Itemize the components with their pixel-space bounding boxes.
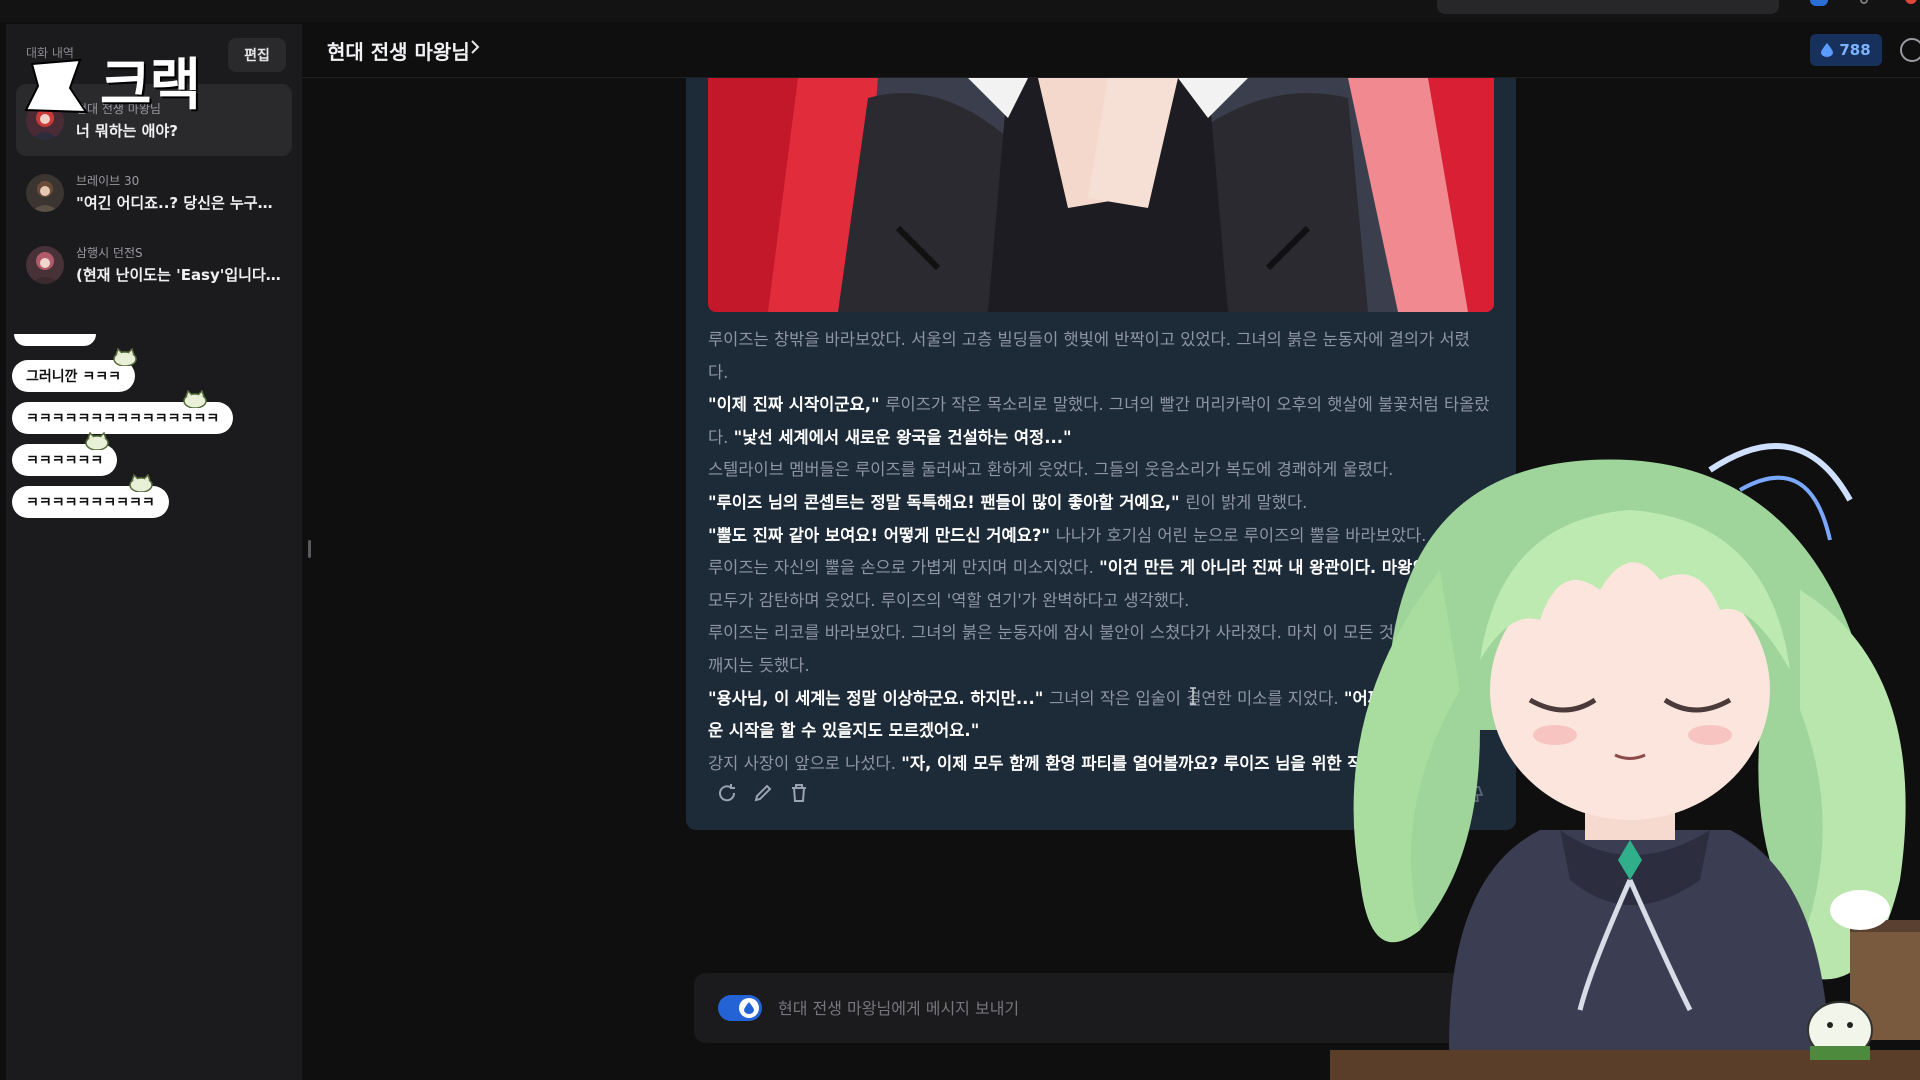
chat-preview: (현재 난이도는 'Easy'입니다. ... bbox=[76, 266, 286, 284]
narration-text: 강지 사장이 앞으로 나섰다. bbox=[708, 753, 902, 773]
chat-bubble-fragment bbox=[14, 334, 96, 346]
top-search-field[interactable] bbox=[1437, 0, 1779, 14]
avatar bbox=[26, 174, 64, 212]
chat-bubble-icon[interactable] bbox=[1810, 0, 1828, 6]
cat-icon bbox=[85, 432, 109, 450]
avatar bbox=[26, 246, 64, 284]
narration-text: 스텔라이브 멤버들은 루이즈를 둘러싸고 환하게 웃었다. 그들의 웃음소리가 … bbox=[708, 460, 1394, 480]
dialogue-text: 운 시작을 할 수 있을지도 모르겠어요." bbox=[708, 721, 980, 741]
narration-text: 루이즈는 창밖을 바라보았다. 서울의 고층 빌딩들이 햇빛에 반짝이고 있었다… bbox=[708, 330, 1470, 349]
top-bar bbox=[0, 0, 1920, 22]
message-line: 루이즈는 창밖을 바라보았다. 서울의 고층 빌딩들이 햇빛에 반짝이고 있었다… bbox=[708, 324, 1498, 357]
narration-text: 깨지는 듯했다. bbox=[708, 655, 810, 675]
edit-button[interactable]: 편집 bbox=[228, 38, 286, 72]
chat-name: 브레이브 30 bbox=[76, 174, 140, 188]
narration-text: 린이 밝게 말했다. bbox=[1185, 492, 1308, 512]
chevron-right-icon[interactable] bbox=[470, 40, 480, 54]
sidebar: 대화 내역 편집 현대 전생 마왕님 너 뭐하는 애야? 브레이브 30 "여긴… bbox=[6, 24, 302, 1080]
narration-text: 루이즈는 자신의 뿔을 손으로 가볍게 만지며 미소지었다. bbox=[708, 558, 1100, 578]
narration-text: 루이즈는 리코를 바라보았다. 그녀의 붉은 눈동자에 잠시 불안이 스쳤다가 … bbox=[708, 623, 1430, 643]
dialogue-text: "루이즈 님의 콘셉트는 정말 독특해요! 팬들이 많이 좋아할 거예요," bbox=[708, 492, 1186, 512]
logo-text: 크랙 bbox=[100, 53, 201, 118]
edit-icon[interactable] bbox=[752, 782, 774, 804]
text-cursor-icon bbox=[1190, 687, 1196, 705]
pet-mascot-overlay bbox=[1807, 890, 1920, 1060]
droplet-icon bbox=[744, 1002, 754, 1014]
boost-toggle[interactable] bbox=[718, 995, 762, 1021]
points-value: 788 bbox=[1839, 41, 1871, 59]
message-line: 다. bbox=[708, 357, 1498, 390]
dialogue-text: "이제 진짜 시작이군요," bbox=[708, 395, 886, 415]
cat-icon bbox=[183, 390, 207, 408]
chat-preview: "여긴 어디죠..? 당신은 누구인... bbox=[76, 194, 286, 212]
trash-icon[interactable] bbox=[788, 782, 810, 804]
stream-chat-row: ㅋㅋㅋㅋㅋㅋㅋㅋㅋㅋ bbox=[12, 474, 222, 528]
sidebar-resize-handle[interactable] bbox=[308, 540, 311, 558]
chat-item[interactable]: 브레이브 30 "여긴 어디죠..? 당신은 누구인... bbox=[16, 156, 292, 228]
cat-icon bbox=[113, 348, 137, 366]
profile-icon[interactable] bbox=[1905, 0, 1917, 4]
message-actions bbox=[716, 782, 810, 806]
chat-name: 삼행시 던전S bbox=[76, 246, 143, 260]
message-illustration bbox=[708, 78, 1494, 312]
dialogue-text: "뿔도 진짜 같아 보여요! 어떻게 만드신 거예요?" bbox=[708, 525, 1056, 545]
cat-icon bbox=[129, 474, 153, 492]
dialogue-text: "낯선 세계에서 새로운 왕국을 건설하는 여정..." bbox=[733, 427, 1072, 447]
dialogue-text: "용사님, 이 세계는 정말 이상하군요. 하지만..." bbox=[708, 688, 1050, 708]
chat-preview: 너 뭐하는 애야? bbox=[76, 122, 178, 140]
narration-text: 모두가 감탄하며 웃었다. 루이즈의 '역할 연기'가 완벽하다고 생각했다. bbox=[708, 590, 1190, 610]
bell-icon[interactable] bbox=[1860, 0, 1868, 4]
narration-text: 다. bbox=[708, 427, 734, 447]
stream-chat-row: ㅋㅋㅋㅋㅋㅋㅋㅋㅋㅋㅋㅋㅋㅋㅋ bbox=[12, 390, 234, 444]
more-options-icon[interactable] bbox=[1900, 38, 1920, 62]
brand-logo: 크랙 bbox=[22, 48, 222, 120]
stream-chat-row: ㅋㅋㅋㅋㅋㅋ bbox=[12, 432, 222, 486]
chat-item[interactable]: 삼행시 던전S (현재 난이도는 'Easy'입니다. ... bbox=[16, 228, 292, 300]
stream-chat-overlay: 그러니깐 ㅋㅋㅋ ㅋㅋㅋㅋㅋㅋㅋㅋㅋㅋㅋㅋㅋㅋㅋ ㅋㅋㅋㅋㅋㅋ ㅋㅋㅋㅋㅋㅋㅋㅋ… bbox=[12, 334, 234, 528]
flag-logo-icon bbox=[24, 58, 88, 114]
points-badge[interactable]: 788 bbox=[1810, 34, 1882, 66]
page-title[interactable]: 현대 전생 마왕님 bbox=[327, 36, 470, 65]
regenerate-icon[interactable] bbox=[716, 782, 738, 804]
narration-text: 다. bbox=[708, 362, 729, 382]
droplet-icon bbox=[1821, 43, 1834, 57]
